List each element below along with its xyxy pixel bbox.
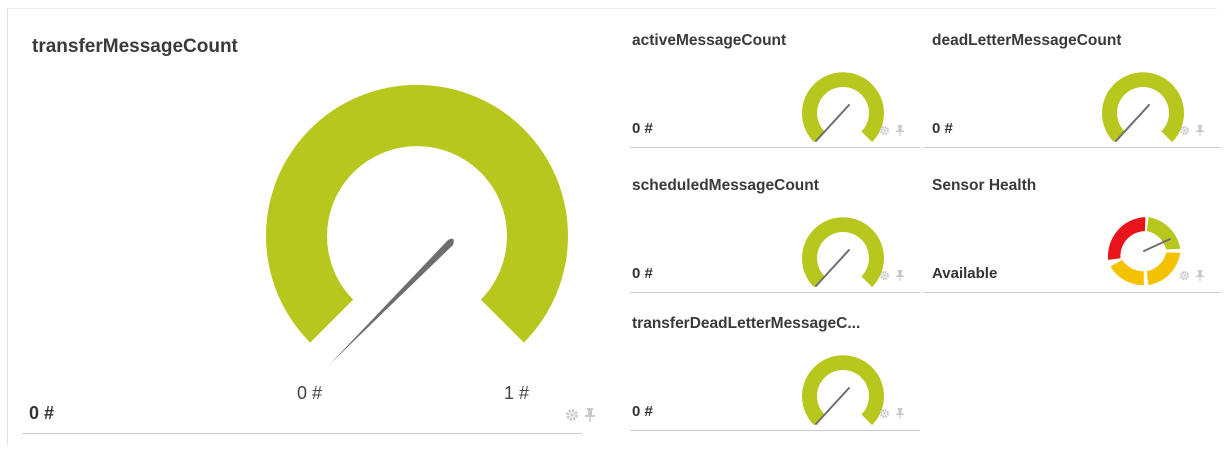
tile-divider [630, 292, 920, 293]
tile-divider [924, 147, 1220, 148]
gauge-arc [266, 84, 568, 343]
gauge-needle [815, 249, 850, 287]
gear-icon[interactable] [565, 408, 579, 422]
pin-icon[interactable] [896, 270, 904, 281]
tile-title: scheduledMessageCount [632, 177, 819, 194]
tile-value: 0 # [632, 403, 653, 420]
gear-icon[interactable] [879, 408, 890, 419]
gauge-chart [802, 217, 884, 288]
gauge-needle [815, 387, 850, 425]
tile-divider [924, 292, 1220, 293]
health-gauge-chart [1108, 217, 1181, 286]
tile-title: transferMessageCount [32, 36, 238, 57]
tile-value: 0 # [632, 265, 653, 282]
tile-value: 0 # [29, 403, 55, 423]
gauge-arc [802, 72, 884, 143]
gear-icon[interactable] [879, 125, 890, 136]
pin-icon[interactable] [896, 408, 904, 419]
gauge-scale-max: 1 # [504, 383, 530, 403]
health-arc-warning [1110, 259, 1144, 286]
gauge-scale-min: 0 # [297, 383, 323, 403]
gear-icon[interactable] [1179, 270, 1190, 281]
gauge-chart [802, 72, 884, 143]
gauge-arc [1102, 72, 1184, 143]
gauge-tile-transfer-message-count[interactable]: transferMessageCount 0 # 1 # 0 # [22, 20, 595, 438]
gauge-tile-dead-letter-message-count[interactable]: deadLetterMessageCount 0 # [924, 30, 1220, 150]
tile-value: Available [932, 265, 998, 282]
tile-title: transferDeadLetterMessageC... [632, 315, 861, 332]
tile-value: 0 # [632, 120, 653, 137]
gauge-chart [802, 355, 884, 426]
panel-top-border [7, 8, 1217, 9]
gauge-chart [1102, 72, 1184, 143]
pin-icon[interactable] [1196, 270, 1204, 281]
pin-icon[interactable] [1196, 125, 1204, 136]
gauge-arc [802, 355, 884, 426]
gauge-tile-transfer-dead-letter-message-count[interactable]: transferDeadLetterMessageC... 0 # [630, 313, 930, 433]
gauge-tile-scheduled-message-count[interactable]: scheduledMessageCount 0 # [630, 175, 930, 295]
health-arc-up [1146, 217, 1181, 250]
gauge-tile-sensor-health[interactable]: Sensor Health Available [924, 175, 1220, 295]
tile-title: activeMessageCount [632, 32, 787, 49]
panel-left-border [7, 8, 8, 445]
tile-value: 0 # [932, 120, 953, 137]
gauge-tile-active-message-count[interactable]: activeMessageCount 0 # [630, 30, 930, 150]
gauge-chart [266, 84, 568, 365]
gear-icon[interactable] [1179, 125, 1190, 136]
tile-title: deadLetterMessageCount [932, 32, 1122, 49]
tile-divider [630, 147, 920, 148]
tile-divider [22, 433, 582, 434]
pin-icon[interactable] [896, 125, 904, 136]
gauge-needle [1115, 104, 1150, 142]
pin-icon[interactable] [585, 408, 595, 422]
tile-divider [630, 430, 920, 431]
health-arc-down [1108, 217, 1146, 260]
gauge-needle [815, 104, 850, 142]
gauge-arc [802, 217, 884, 288]
health-arc-warning-lower [1146, 252, 1181, 286]
tile-title: Sensor Health [932, 177, 1037, 194]
gear-icon[interactable] [879, 270, 890, 281]
